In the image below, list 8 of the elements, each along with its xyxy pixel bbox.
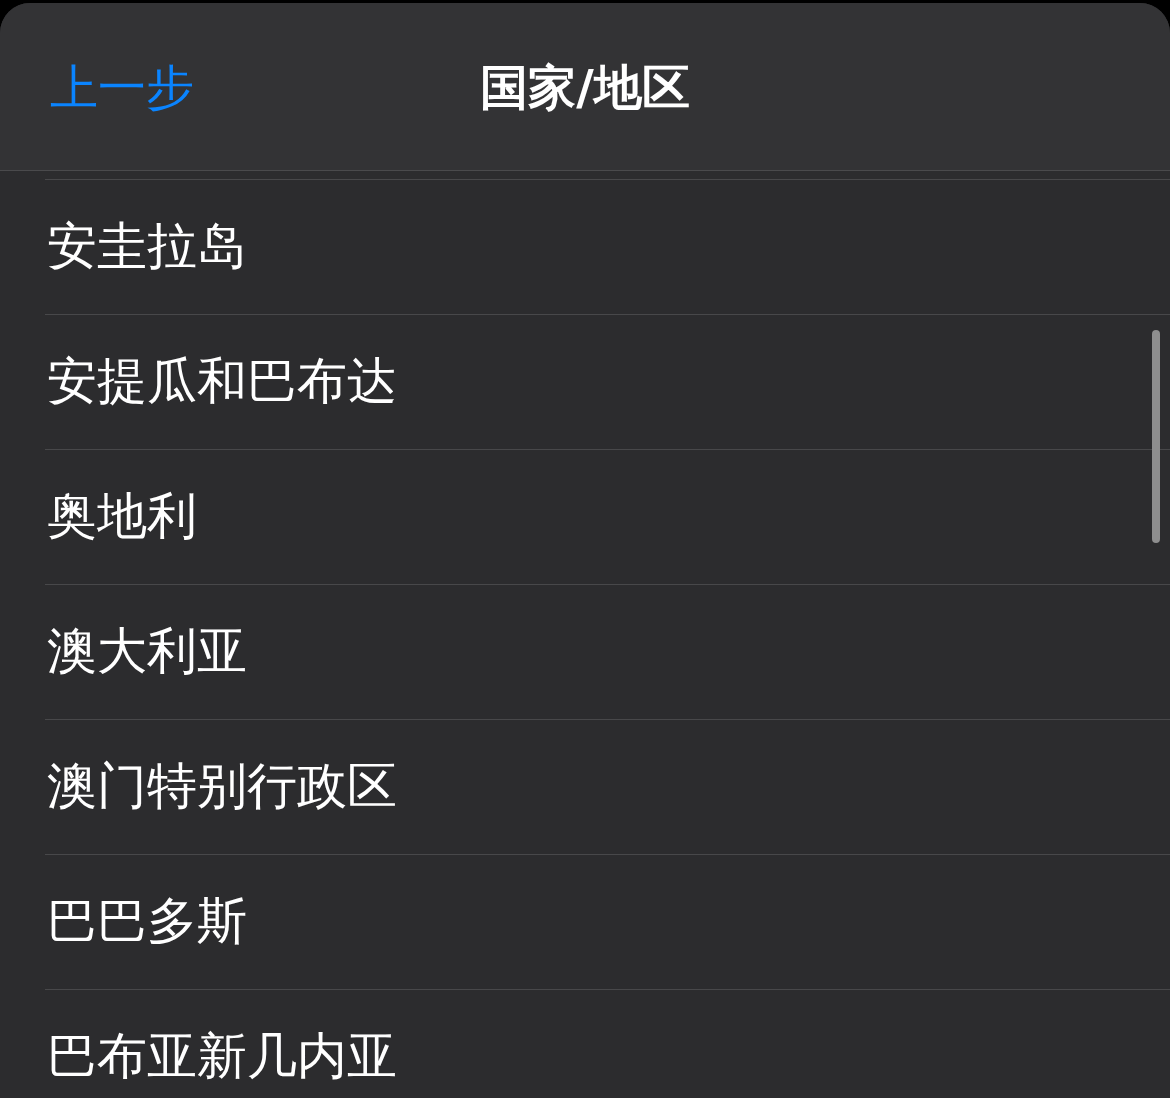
country-item[interactable]: 巴布亚新几内亚 — [47, 1031, 397, 1081]
country-item[interactable]: 巴巴多斯 — [47, 896, 247, 946]
country-item[interactable]: 澳门特别行政区 — [47, 761, 397, 811]
country-item[interactable]: 奥地利 — [47, 491, 197, 541]
country-item[interactable]: 澳大利亚 — [47, 626, 247, 676]
page-title: 国家/地区 — [480, 62, 690, 111]
country-item[interactable]: 安圭拉岛 — [47, 221, 247, 271]
country-item[interactable]: 安提瓜和巴布达 — [47, 356, 397, 406]
